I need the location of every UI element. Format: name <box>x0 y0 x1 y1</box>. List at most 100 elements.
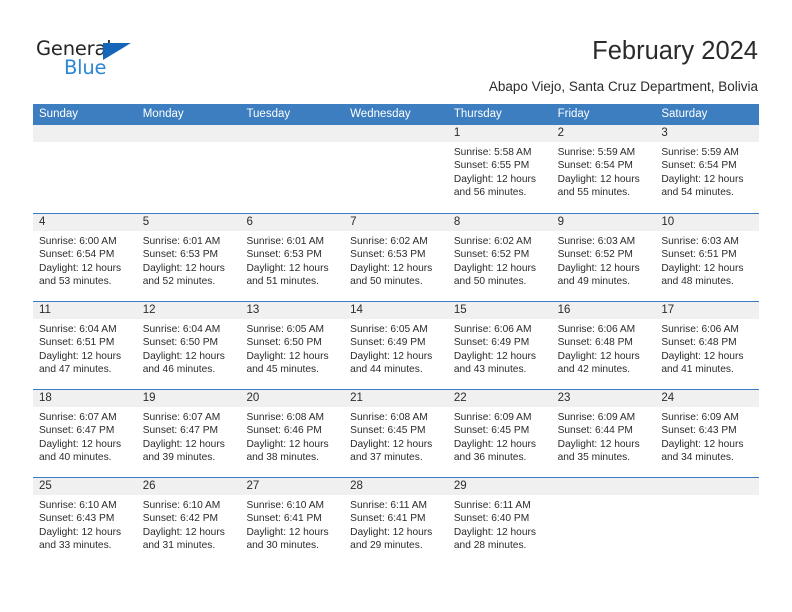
weekday-header-row: Sunday Monday Tuesday Wednesday Thursday… <box>33 104 759 125</box>
day-number: 26 <box>136 478 241 495</box>
daylight-duration-line1: Daylight: 12 hours <box>557 350 640 362</box>
day-details: Sunrise: 5:59 AM Sunset: 6:54 PM Daylight:… <box>655 142 759 200</box>
daylight-duration-line2: and 56 minutes. <box>453 187 527 199</box>
calendar-day-cell[interactable]: 25 Sunrise: 6:10 AM Sunset: 6:43 PM Dayligh… <box>33 478 137 565</box>
calendar-day-cell[interactable]: 7 Sunrise: 6:02 AM Sunset: 6:53 PM Daylight… <box>344 214 448 301</box>
calendar-day-cell[interactable]: 19 Sunrise: 6:07 AM Sunset: 6:47 PM Dayligh… <box>136 390 241 477</box>
day-number: 22 <box>447 390 552 407</box>
calendar-day-cell[interactable]: 16 Sunrise: 6:06 AM Sunset: 6:48 PM Dayligh… <box>551 302 656 389</box>
day-number: 13 <box>240 302 345 319</box>
daylight-duration-line1: Daylight: 12 hours <box>661 438 744 450</box>
general-blue-logo[interactable]: General Blue <box>36 38 166 84</box>
calendar-day-cell[interactable]: 2 Sunrise: 5:59 AM Sunset: 6:54 PM Daylight… <box>551 125 656 213</box>
sunset-time: Sunset: 6:54 PM <box>661 160 737 172</box>
daylight-duration-line2: and 46 minutes. <box>142 364 216 376</box>
day-details: Sunrise: 6:00 AM Sunset: 6:54 PM Daylight:… <box>33 231 137 289</box>
calendar-day-cell[interactable]: 1 Sunrise: 5:58 AM Sunset: 6:55 PM Daylight… <box>447 125 552 213</box>
calendar-week-row: 18 Sunrise: 6:07 AM Sunset: 6:47 PM Dayligh… <box>33 389 760 477</box>
day-number: 1 <box>447 125 552 142</box>
day-number: 10 <box>655 214 760 231</box>
calendar-page: General Blue February 2024 Abapo Viejo, … <box>0 0 792 612</box>
day-number: 25 <box>33 478 137 495</box>
calendar-day-cell[interactable]: 4 Sunrise: 6:00 AM Sunset: 6:54 PM Daylight… <box>33 214 137 301</box>
weekday-wednesday: Wednesday <box>350 108 411 120</box>
daylight-duration-line1: Daylight: 12 hours <box>350 350 433 362</box>
sunrise-time: Sunrise: 6:07 AM <box>142 412 221 423</box>
calendar-day-cell[interactable]: 11 Sunrise: 6:04 AM Sunset: 6:51 PM Dayligh… <box>33 302 137 389</box>
sunset-time: Sunset: 6:42 PM <box>142 513 219 525</box>
daylight-duration-line2: and 43 minutes. <box>453 364 527 376</box>
calendar-week-row: 11 Sunrise: 6:04 AM Sunset: 6:51 PM Dayligh… <box>33 301 760 389</box>
daylight-duration-line2: and 53 minutes. <box>39 276 112 288</box>
day-number: 9 <box>551 214 656 231</box>
calendar-day-cell-empty <box>655 478 760 565</box>
daylight-duration-line1: Daylight: 12 hours <box>246 262 329 274</box>
calendar-day-cell[interactable]: 6 Sunrise: 6:01 AM Sunset: 6:53 PM Daylight… <box>240 214 345 301</box>
daylight-duration-line1: Daylight: 12 hours <box>246 350 329 362</box>
calendar-day-cell[interactable]: 10 Sunrise: 6:03 AM Sunset: 6:51 PM Dayligh… <box>655 214 760 301</box>
weekday-thursday: Thursday <box>453 108 502 120</box>
day-details: Sunrise: 5:58 AM Sunset: 6:55 PM Daylight:… <box>448 142 552 200</box>
day-number <box>655 478 760 495</box>
calendar-day-cell[interactable]: 14 Sunrise: 6:05 AM Sunset: 6:49 PM Dayligh… <box>344 302 448 389</box>
calendar-day-cell[interactable]: 20 Sunrise: 6:08 AM Sunset: 6:46 PM Dayligh… <box>240 390 345 477</box>
day-number: 14 <box>344 302 448 319</box>
sunrise-time: Sunrise: 6:01 AM <box>246 236 325 247</box>
daylight-duration-line1: Daylight: 12 hours <box>453 173 536 185</box>
sunrise-time: Sunrise: 6:04 AM <box>39 324 117 335</box>
calendar-day-cell[interactable]: 22 Sunrise: 6:09 AM Sunset: 6:45 PM Dayligh… <box>447 390 552 477</box>
calendar-day-cell[interactable]: 17 Sunrise: 6:06 AM Sunset: 6:48 PM Dayligh… <box>655 302 760 389</box>
day-details: Sunrise: 6:08 AM Sunset: 6:45 PM Daylight:… <box>344 407 448 465</box>
calendar-day-cell[interactable]: 12 Sunrise: 6:04 AM Sunset: 6:50 PM Dayligh… <box>136 302 241 389</box>
calendar-day-cell[interactable]: 24 Sunrise: 6:09 AM Sunset: 6:43 PM Dayligh… <box>655 390 760 477</box>
day-details: Sunrise: 6:02 AM Sunset: 6:53 PM Daylight:… <box>344 231 448 289</box>
calendar-week-row: 4 Sunrise: 6:00 AM Sunset: 6:54 PM Daylight… <box>33 213 760 301</box>
sunset-time: Sunset: 6:49 PM <box>350 337 426 349</box>
calendar-day-cell[interactable]: 26 Sunrise: 6:10 AM Sunset: 6:42 PM Dayligh… <box>136 478 241 565</box>
sunset-time: Sunset: 6:45 PM <box>350 425 426 437</box>
daylight-duration-line1: Daylight: 12 hours <box>557 173 640 185</box>
calendar-weeks: 1 Sunrise: 5:58 AM Sunset: 6:55 PM Daylight… <box>33 125 760 565</box>
calendar-day-cell-empty <box>136 125 241 213</box>
calendar-day-cell[interactable]: 8 Sunrise: 6:02 AM Sunset: 6:52 PM Daylight… <box>447 214 552 301</box>
daylight-duration-line2: and 36 minutes. <box>453 452 527 464</box>
sunrise-time: Sunrise: 6:02 AM <box>350 236 428 247</box>
sunset-time: Sunset: 6:53 PM <box>350 249 426 261</box>
sunrise-time: Sunrise: 6:11 AM <box>453 500 531 511</box>
day-number: 19 <box>136 390 241 407</box>
day-number: 5 <box>136 214 241 231</box>
sunrise-time: Sunrise: 6:03 AM <box>557 236 636 247</box>
calendar-day-cell[interactable]: 27 Sunrise: 6:10 AM Sunset: 6:41 PM Dayligh… <box>240 478 345 565</box>
day-number <box>136 125 241 142</box>
daylight-duration-line2: and 35 minutes. <box>557 452 631 464</box>
daylight-duration-line1: Daylight: 12 hours <box>557 262 640 274</box>
weekday-tuesday: Tuesday <box>246 108 291 120</box>
daylight-duration-line1: Daylight: 12 hours <box>246 438 329 450</box>
daylight-duration-line2: and 34 minutes. <box>661 452 734 464</box>
daylight-duration-line2: and 55 minutes. <box>557 187 631 199</box>
calendar-day-cell[interactable]: 23 Sunrise: 6:09 AM Sunset: 6:44 PM Dayligh… <box>551 390 656 477</box>
day-details: Sunrise: 6:10 AM Sunset: 6:42 PM Daylight:… <box>137 495 241 553</box>
weekday-saturday: Saturday <box>661 108 708 120</box>
calendar-day-cell[interactable]: 28 Sunrise: 6:11 AM Sunset: 6:41 PM Dayligh… <box>344 478 448 565</box>
sunset-time: Sunset: 6:41 PM <box>246 513 322 525</box>
daylight-duration-line1: Daylight: 12 hours <box>142 350 225 362</box>
calendar-day-cell[interactable]: 9 Sunrise: 6:03 AM Sunset: 6:52 PM Daylight… <box>551 214 656 301</box>
daylight-duration-line1: Daylight: 12 hours <box>661 262 744 274</box>
daylight-duration-line1: Daylight: 12 hours <box>142 438 225 450</box>
calendar-day-cell[interactable]: 3 Sunrise: 5:59 AM Sunset: 6:54 PM Daylight… <box>655 125 760 213</box>
sunset-time: Sunset: 6:47 PM <box>39 425 115 437</box>
calendar-day-cell[interactable]: 5 Sunrise: 6:01 AM Sunset: 6:53 PM Daylight… <box>136 214 241 301</box>
calendar-grid: Sunday Monday Tuesday Wednesday Thursday… <box>33 104 760 565</box>
calendar-day-cell[interactable]: 21 Sunrise: 6:08 AM Sunset: 6:45 PM Dayligh… <box>344 390 448 477</box>
day-number: 21 <box>344 390 448 407</box>
calendar-day-cell[interactable]: 13 Sunrise: 6:05 AM Sunset: 6:50 PM Dayligh… <box>240 302 345 389</box>
sunset-time: Sunset: 6:53 PM <box>246 249 322 261</box>
daylight-duration-line1: Daylight: 12 hours <box>350 526 433 538</box>
calendar-day-cell[interactable]: 18 Sunrise: 6:07 AM Sunset: 6:47 PM Dayligh… <box>33 390 137 477</box>
calendar-day-cell[interactable]: 15 Sunrise: 6:06 AM Sunset: 6:49 PM Dayligh… <box>447 302 552 389</box>
calendar-day-cell[interactable]: 29 Sunrise: 6:11 AM Sunset: 6:40 PM Dayligh… <box>447 478 552 565</box>
daylight-duration-line2: and 50 minutes. <box>350 276 423 288</box>
day-details: Sunrise: 6:05 AM Sunset: 6:49 PM Daylight:… <box>344 319 448 377</box>
daylight-duration-line2: and 51 minutes. <box>246 276 319 288</box>
